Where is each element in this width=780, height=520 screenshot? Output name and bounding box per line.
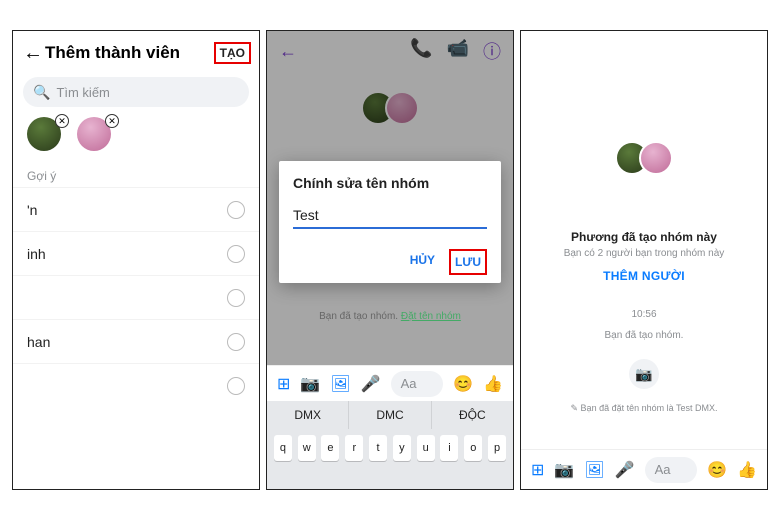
suggestion-item[interactable]: [13, 363, 259, 407]
suggestion-item[interactable]: 'n: [13, 187, 259, 231]
key[interactable]: o: [464, 435, 482, 461]
camera-button[interactable]: 📷: [629, 359, 659, 389]
search-input[interactable]: 🔍 Tìm kiếm: [23, 77, 249, 107]
friends-message: Bạn có 2 người bạn trong nhóm này: [521, 248, 767, 259]
kb-suggestion[interactable]: DMC: [349, 401, 431, 429]
kb-suggestion[interactable]: ĐỘC: [432, 401, 513, 429]
key[interactable]: p: [488, 435, 506, 461]
cancel-button[interactable]: HỦY: [408, 249, 437, 275]
selected-member[interactable]: ✕: [77, 117, 111, 151]
selected-members: ✕ ✕: [13, 109, 259, 159]
search-icon: 🔍: [33, 84, 50, 101]
back-icon[interactable]: ←: [21, 42, 45, 65]
hint-text: Bạn đã tạo nhóm. Đặt tên nhóm: [267, 311, 513, 322]
key[interactable]: t: [369, 435, 387, 461]
timestamp: 10:56: [521, 309, 767, 320]
message-input[interactable]: Aa: [645, 457, 698, 483]
create-button[interactable]: TẠO: [214, 42, 251, 64]
camera-icon[interactable]: 📷: [554, 460, 574, 480]
composer: ⊞ 📷 🖼 🎤 Aa 😊 👍: [521, 449, 767, 489]
key[interactable]: y: [393, 435, 411, 461]
radio-icon[interactable]: [227, 377, 245, 395]
key[interactable]: q: [274, 435, 292, 461]
keyboard-suggestions: DMX DMC ĐỘC: [267, 401, 513, 429]
key[interactable]: r: [345, 435, 363, 461]
selected-member[interactable]: ✕: [27, 117, 61, 151]
key[interactable]: e: [321, 435, 339, 461]
camera-icon[interactable]: 📷: [300, 374, 320, 394]
header: ← Thêm thành viên TẠO: [13, 31, 259, 75]
page-title: Thêm thành viên: [45, 43, 180, 63]
key[interactable]: u: [417, 435, 435, 461]
like-icon[interactable]: 👍: [483, 374, 503, 394]
created-message: Phương đã tạo nhóm này: [521, 230, 767, 244]
radio-icon[interactable]: [227, 245, 245, 263]
radio-icon[interactable]: [227, 201, 245, 219]
composer: ⊞ 📷 🖼 🎤 Aa 😊 👍: [267, 365, 513, 401]
radio-icon[interactable]: [227, 289, 245, 307]
key[interactable]: i: [440, 435, 458, 461]
radio-icon[interactable]: [227, 333, 245, 351]
remove-icon[interactable]: ✕: [55, 114, 69, 128]
emoji-icon[interactable]: 😊: [707, 460, 727, 480]
suggestion-item[interactable]: [13, 275, 259, 319]
dialog-title: Chính sửa tên nhóm: [293, 175, 487, 191]
screen-group-created: Phương đã tạo nhóm này Bạn có 2 người bạ…: [520, 30, 768, 490]
kb-suggestion[interactable]: DMX: [267, 401, 349, 429]
named-hint: ✎ Bạn đã đặt tên nhóm là Test DMX.: [521, 403, 767, 414]
group-avatar: [615, 141, 673, 175]
section-label: Gợi ý: [13, 159, 259, 187]
created-short: Bạn đã tạo nhóm.: [521, 330, 767, 341]
camera-icon: 📷: [635, 366, 652, 383]
keyboard-row: q w e r t y u i o p: [267, 429, 513, 467]
mic-icon[interactable]: 🎤: [361, 374, 381, 394]
screen-edit-name: ← 📞 📹 ⓘ Chính sửa tên nhóm Test HỦY LƯU …: [266, 30, 514, 490]
gallery-icon[interactable]: 🖼: [584, 460, 604, 480]
add-people-button[interactable]: THÊM NGƯỜI: [521, 269, 767, 283]
gallery-icon[interactable]: 🖼: [330, 374, 350, 394]
suggestion-item[interactable]: inh: [13, 231, 259, 275]
suggestion-item[interactable]: han: [13, 319, 259, 363]
apps-icon[interactable]: ⊞: [531, 460, 544, 480]
key[interactable]: w: [298, 435, 316, 461]
set-name-link[interactable]: Đặt tên nhóm: [401, 311, 461, 322]
like-icon[interactable]: 👍: [737, 460, 757, 480]
suggestion-list: 'n inh han: [13, 187, 259, 407]
emoji-icon[interactable]: 😊: [453, 374, 473, 394]
remove-icon[interactable]: ✕: [105, 114, 119, 128]
search-placeholder: Tìm kiếm: [56, 85, 109, 100]
group-name-input[interactable]: Test: [293, 207, 487, 229]
mic-icon[interactable]: 🎤: [615, 460, 635, 480]
screen-add-members: ← Thêm thành viên TẠO 🔍 Tìm kiếm ✕ ✕ Gợi…: [12, 30, 260, 490]
save-button[interactable]: LƯU: [449, 249, 487, 275]
message-input[interactable]: Aa: [391, 371, 444, 397]
apps-icon[interactable]: ⊞: [277, 374, 290, 394]
edit-name-dialog: Chính sửa tên nhóm Test HỦY LƯU: [279, 161, 501, 283]
keyboard[interactable]: DMX DMC ĐỘC q w e r t y u i o p: [267, 401, 513, 489]
